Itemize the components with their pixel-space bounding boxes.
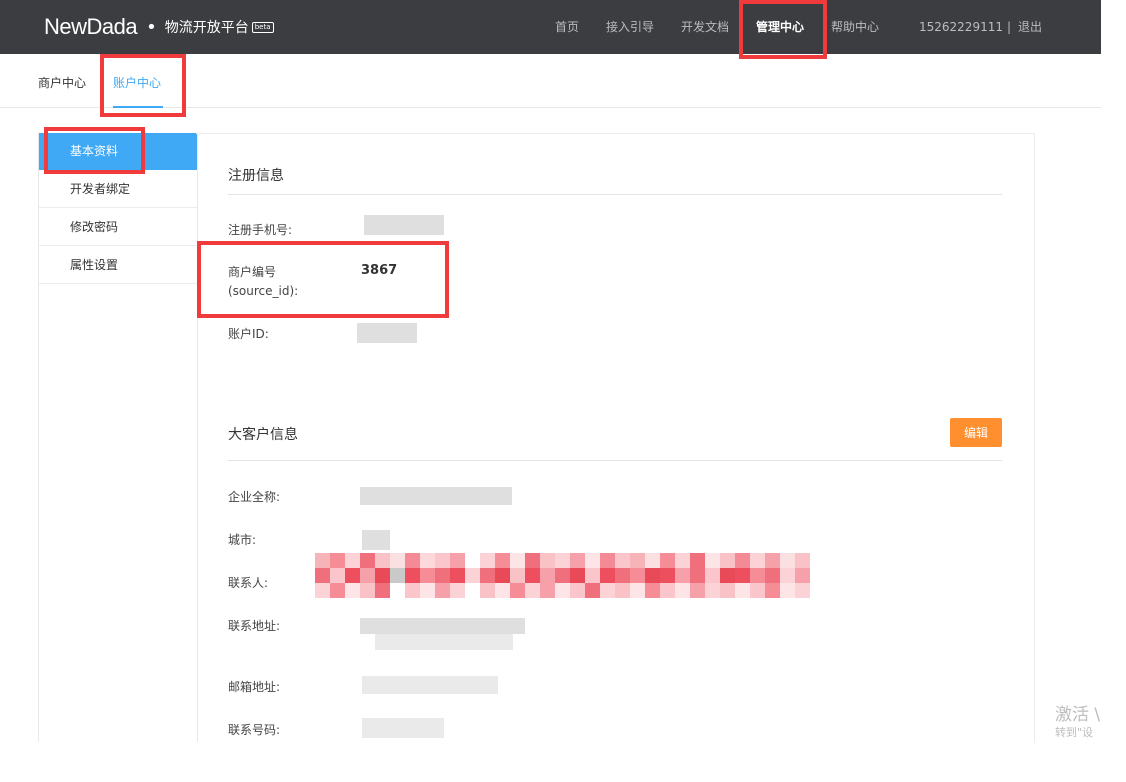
redacted-company-name — [360, 487, 512, 505]
redacted-city — [362, 530, 390, 550]
sidebar-item-attribute-settings[interactable]: 属性设置 — [39, 247, 197, 284]
redacted-address — [360, 618, 525, 634]
divider — [228, 194, 1002, 195]
redacted-contact-mosaic — [315, 568, 810, 583]
sidebar-item-developer-binding[interactable]: 开发者绑定 — [39, 171, 197, 208]
nav-separator: | — [1007, 20, 1012, 34]
contact-person-label: 联系人: — [228, 576, 269, 590]
logo[interactable]: NewDada • 物流开放平台 beta — [44, 14, 274, 40]
registration-info-title: 注册信息 — [228, 168, 284, 184]
account-id-label: 账户ID: — [228, 327, 269, 341]
logout-link[interactable]: 退出 — [1018, 0, 1042, 54]
annotation-box-management-center — [739, 0, 827, 59]
tab-merchant-center[interactable]: 商户中心 — [38, 74, 86, 91]
brand-name: NewDada — [44, 14, 138, 39]
redacted-account-id — [357, 323, 417, 343]
edit-button[interactable]: 编辑 — [950, 418, 1002, 447]
activation-watermark: 激活 \ — [1055, 705, 1101, 725]
address-label: 联系地址: — [228, 619, 281, 633]
contact-phone-label: 联系号码: — [228, 723, 281, 737]
redacted-phone — [364, 215, 444, 235]
content-panel — [196, 133, 1035, 743]
city-label: 城市: — [228, 533, 257, 547]
sidebar-item-change-password[interactable]: 修改密码 — [39, 209, 197, 246]
redacted-contact-phone — [362, 718, 444, 738]
annotation-box-basic-info — [44, 127, 145, 174]
redacted-address — [375, 634, 513, 650]
redacted-contact-mosaic — [315, 553, 810, 568]
redacted-contact-mosaic — [315, 583, 810, 598]
enterprise-info-title: 大客户信息 — [228, 427, 298, 443]
annotation-box-merchant-id — [197, 241, 449, 318]
divider — [228, 460, 1002, 461]
sidebar: 基本资料 开发者绑定 修改密码 属性设置 — [38, 133, 198, 742]
nav-integration-guide[interactable]: 接入引导 — [606, 0, 654, 54]
redacted-email — [362, 676, 498, 694]
user-phone: 15262229111 — [919, 20, 1003, 34]
top-navigation-bar: NewDada • 物流开放平台 beta 首页 接入引导 开发文档 管理中心 … — [0, 0, 1101, 54]
registered-phone-label: 注册手机号: — [228, 223, 293, 237]
beta-badge: beta — [251, 21, 274, 33]
nav-home[interactable]: 首页 — [555, 0, 579, 54]
nav-dev-docs[interactable]: 开发文档 — [681, 0, 729, 54]
nav-help-center[interactable]: 帮助中心 — [831, 0, 879, 54]
email-label: 邮箱地址: — [228, 680, 281, 694]
annotation-box-account-center — [100, 54, 186, 117]
company-name-label: 企业全称: — [228, 490, 281, 504]
brand-dot: • — [146, 16, 157, 38]
platform-name: 物流开放平台 — [164, 20, 249, 36]
activation-watermark-sub: 转到"设 — [1055, 726, 1094, 739]
